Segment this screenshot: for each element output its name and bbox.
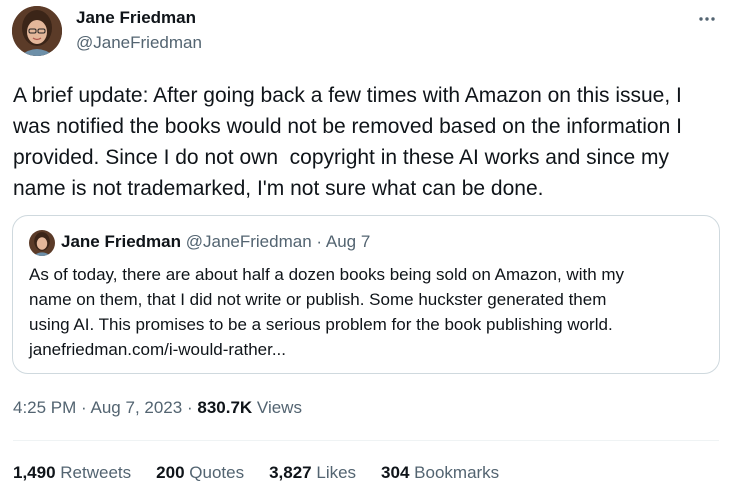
bookmarks-count: 304 — [381, 463, 410, 482]
quoted-tweet-header: Jane Friedman @JaneFriedman · Aug 7 — [61, 232, 370, 252]
retweets-count: 1,490 — [13, 463, 56, 482]
quoted-text-line: using AI. This promises to be a serious … — [29, 315, 613, 334]
quoted-text-line: As of today, there are about half a doze… — [29, 265, 625, 284]
more-horizontal-icon — [699, 17, 715, 21]
tweet-metadata: 4:25 PM · Aug 7, 2023 · 830.7K Views — [13, 398, 302, 418]
views-label: Views — [256, 398, 302, 417]
likes-label: Likes — [316, 463, 357, 482]
author-handle[interactable]: @JaneFriedman — [76, 33, 202, 53]
views-count: 830.7K — [197, 398, 253, 417]
quoted-author-handle: @JaneFriedman — [185, 232, 312, 251]
quoted-author-avatar — [29, 230, 55, 256]
author-avatar[interactable] — [12, 6, 62, 56]
engagement-stats: 1,490 Retweets 200 Quotes 3,827 Likes 30… — [13, 463, 499, 483]
quoted-separator: · — [316, 232, 323, 251]
retweets-label: Retweets — [60, 463, 132, 482]
quoted-text-line: name on them, that I did not write or pu… — [29, 290, 607, 309]
tweet-date[interactable]: Aug 7, 2023 — [91, 398, 183, 417]
likes-count: 3,827 — [269, 463, 312, 482]
quoted-link[interactable]: janefriedman.com/i-would-rather... — [29, 337, 709, 362]
tweet: Jane Friedman @JaneFriedman A brief upda… — [0, 0, 732, 503]
quotes-stat[interactable]: 200 Quotes — [156, 463, 244, 483]
quoted-author-name: Jane Friedman — [61, 232, 181, 251]
tweet-text: A brief update: After going back a few t… — [13, 84, 682, 200]
retweets-stat[interactable]: 1,490 Retweets — [13, 463, 131, 483]
quoted-tweet-text: As of today, there are about half a doze… — [29, 262, 709, 362]
more-options-button[interactable] — [696, 8, 718, 30]
quoted-date: Aug 7 — [325, 232, 371, 251]
quotes-label: Quotes — [189, 463, 245, 482]
bookmarks-label: Bookmarks — [414, 463, 500, 482]
divider — [13, 440, 719, 441]
quotes-count: 200 — [156, 463, 185, 482]
meta-separator: · — [186, 398, 193, 417]
author-name[interactable]: Jane Friedman — [76, 8, 196, 28]
tweet-time[interactable]: 4:25 PM — [13, 398, 76, 417]
quoted-tweet[interactable]: Jane Friedman @JaneFriedman · Aug 7 As o… — [12, 215, 720, 374]
meta-separator: · — [81, 398, 87, 417]
likes-stat[interactable]: 3,827 Likes — [269, 463, 356, 483]
bookmarks-stat[interactable]: 304 Bookmarks — [381, 463, 499, 483]
